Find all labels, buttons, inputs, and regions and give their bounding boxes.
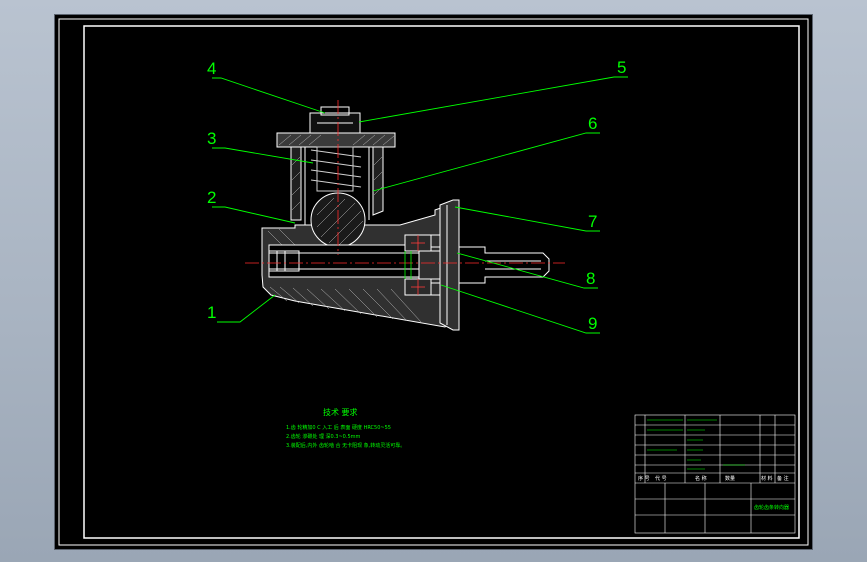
tb-col-4: 数量 bbox=[725, 475, 735, 482]
callout-7: 7 bbox=[588, 212, 597, 231]
drawing-sheet: 1 2 3 4 5 6 7 8 9 技术 要求 1.齿 轮精加0 C 入工 后 … bbox=[55, 15, 812, 549]
callout-1: 1 bbox=[207, 303, 216, 322]
title-block bbox=[634, 414, 796, 534]
callout-4: 4 bbox=[207, 59, 216, 78]
callout-3: 3 bbox=[207, 129, 216, 148]
steering-gear-section bbox=[261, 106, 550, 331]
tb-col-1: 序 号 bbox=[638, 475, 650, 482]
notes-title: 技术 要求 bbox=[323, 407, 358, 417]
callout-2: 2 bbox=[207, 188, 216, 207]
note-line-2: 2.齿轮 渗碳处 理 深0.3~0.5mm bbox=[286, 433, 361, 440]
callout-6: 6 bbox=[588, 114, 597, 133]
tb-title: 齿轮齿条转向器 bbox=[754, 504, 789, 511]
tb-col-2: 代 号 bbox=[655, 475, 667, 482]
note-line-3: 3.装配后,内外 齿轮啮 合 无卡阻现 象,转动灵活可靠。 bbox=[286, 442, 405, 449]
note-line-1: 1.齿 轮精加0 C 入工 后 表面 硬度 HRC50~55 bbox=[286, 424, 391, 431]
callout-9: 9 bbox=[588, 314, 597, 333]
callout-8: 8 bbox=[586, 269, 595, 288]
tb-col-3: 名 称 bbox=[695, 475, 707, 482]
callout-5: 5 bbox=[617, 58, 626, 77]
tb-col-6: 备 注 bbox=[777, 475, 789, 482]
cad-drawing: 1 2 3 4 5 6 7 8 9 技术 要求 1.齿 轮精加0 C 入工 后 … bbox=[58, 18, 809, 546]
title-block-hatches bbox=[647, 419, 745, 470]
tb-col-5: 材 料 bbox=[761, 475, 773, 482]
